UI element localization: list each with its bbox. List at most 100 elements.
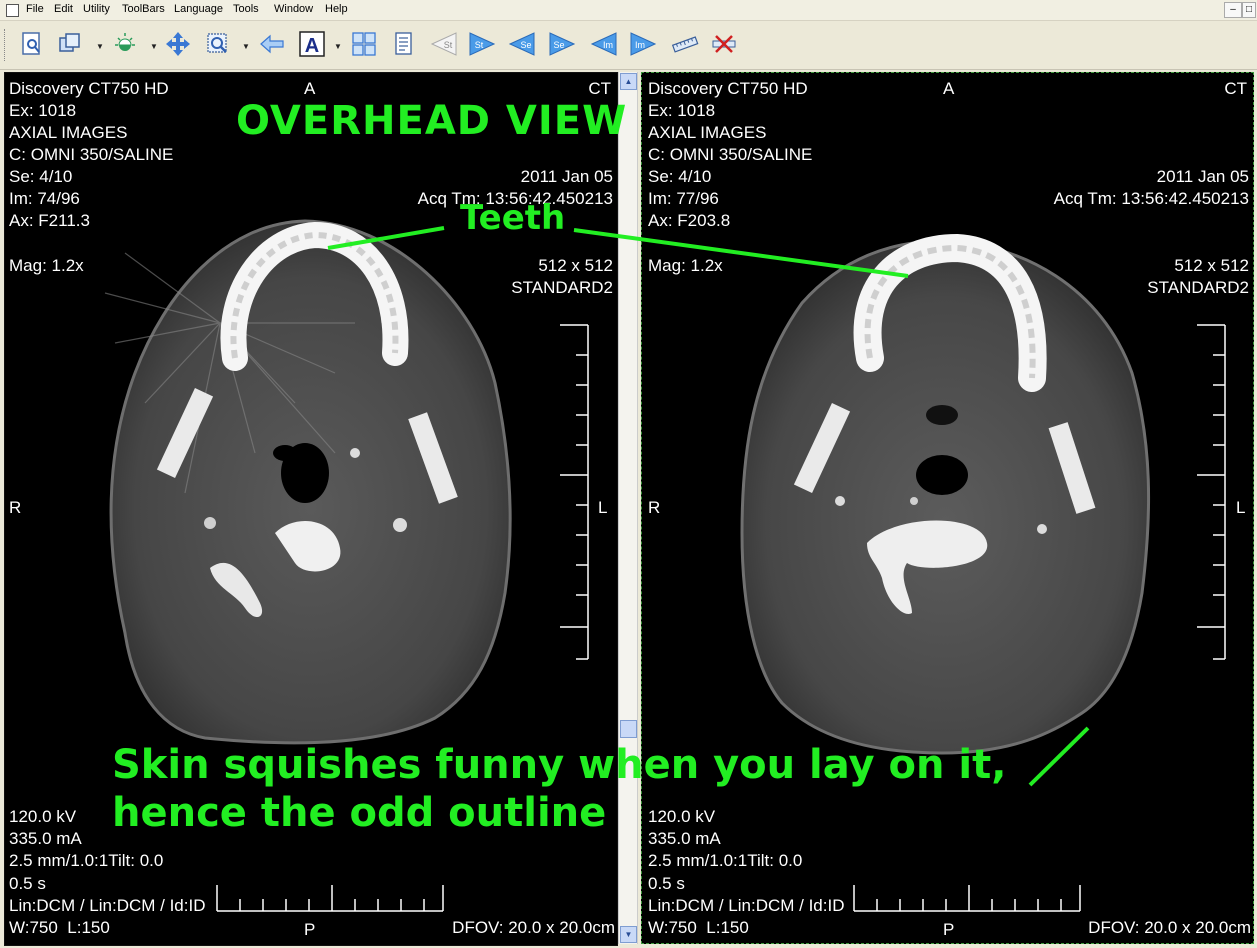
orientation-bottom-marker: P — [304, 920, 316, 939]
grid-layout-icon[interactable] — [350, 30, 378, 58]
ma-label: 335.0 mA — [9, 829, 82, 848]
scroll-thumb[interactable] — [620, 720, 637, 738]
maximize-button[interactable]: □ — [1242, 2, 1256, 18]
app-icon — [6, 4, 19, 17]
svg-text:Se: Se — [553, 40, 564, 50]
study-date-label: 2011 Jan 05 — [1156, 167, 1249, 186]
orientation-right-marker: L — [1236, 498, 1246, 517]
image-number-label: Im: 77/96 — [648, 189, 719, 208]
ct-viewport-right[interactable]: Discovery CT750 HD Ex: 1018 AXIAL IMAGES… — [641, 72, 1254, 944]
menu-edit[interactable]: Edit — [54, 3, 73, 15]
first-study-icon[interactable]: St — [430, 30, 458, 58]
back-arrow-icon[interactable] — [258, 30, 286, 58]
orientation-bottom-marker: P — [943, 920, 955, 939]
series-label: Se: 4/10 — [9, 167, 73, 186]
description-label: AXIAL IMAGES — [9, 123, 128, 142]
ruler-measure-icon[interactable] — [671, 30, 699, 58]
svg-text:A: A — [305, 35, 319, 57]
menu-utility[interactable]: Utility — [83, 3, 110, 15]
image-number-label: Im: 74/96 — [9, 189, 80, 208]
svg-text:Im: Im — [635, 40, 645, 50]
pan-icon[interactable] — [164, 30, 192, 58]
series-label: Se: 4/10 — [648, 167, 712, 186]
overhead-view-annotation: OVERHEAD VIEW — [236, 98, 628, 144]
scan-time-label: 0.5 s — [9, 874, 46, 893]
skin-annotation-line2: hence the odd outline — [112, 790, 607, 836]
description-label: AXIAL IMAGES — [648, 123, 767, 142]
svg-text:Se: Se — [520, 40, 531, 50]
window-level-icon[interactable] — [111, 30, 139, 58]
slice-thickness-label: 2.5 mm/1.0:1Tilt: 0.0 — [648, 851, 803, 870]
matrix-label: 512 x 512 — [1174, 256, 1249, 275]
menu-file[interactable]: File — [26, 3, 44, 15]
window-level-dropdown-icon[interactable]: ▼ — [150, 42, 158, 51]
scanner-label: Discovery CT750 HD — [9, 79, 169, 98]
delete-measure-icon[interactable] — [710, 30, 738, 58]
zoom-dropdown-icon[interactable]: ▼ — [242, 42, 250, 51]
minimize-button[interactable]: – — [1224, 2, 1242, 18]
window-level-label: W:750 L:150 — [648, 918, 749, 937]
next-study-icon[interactable]: St — [468, 30, 496, 58]
scanner-label: Discovery CT750 HD — [648, 79, 808, 98]
study-date-label: 2011 Jan 05 — [520, 167, 613, 186]
toolbar: ▼ ▼ ▼ A ▼ St St Se Se Im Im — [0, 21, 1257, 70]
dfov-label: DFOV: 20.0 x 20.0cm — [1088, 918, 1251, 937]
menu-toolbars[interactable]: ToolBars — [122, 3, 165, 15]
orientation-top-marker: A — [943, 79, 955, 98]
report-icon[interactable] — [390, 30, 418, 58]
magnification-label: Mag: 1.2x — [648, 256, 723, 275]
lut-label: Lin:DCM / Lin:DCM / Id:ID — [9, 896, 206, 915]
annotation-dropdown-icon[interactable]: ▼ — [334, 42, 342, 51]
next-image-icon[interactable]: Im — [629, 30, 657, 58]
scale-ruler — [1197, 324, 1226, 660]
scroll-up-icon[interactable]: ▲ — [620, 73, 637, 90]
orientation-left-marker: R — [9, 498, 22, 517]
kernel-label: STANDARD2 — [511, 278, 613, 297]
menu-language[interactable]: Language — [174, 3, 223, 15]
zoom-icon[interactable] — [205, 30, 233, 58]
axial-position-label: Ax: F203.8 — [648, 211, 731, 230]
kernel-label: STANDARD2 — [1147, 278, 1249, 297]
bottom-scale-ruler — [853, 885, 1081, 912]
scroll-down-icon[interactable]: ▼ — [620, 926, 637, 943]
window-level-label: W:750 L:150 — [9, 918, 110, 937]
bottom-scale-ruler — [216, 885, 444, 912]
open-image-icon[interactable] — [18, 30, 46, 58]
next-series-icon[interactable]: Se — [548, 30, 576, 58]
scan-time-label: 0.5 s — [648, 874, 685, 893]
dfov-label: DFOV: 20.0 x 20.0cm — [452, 918, 615, 937]
modality-label: CT — [588, 79, 611, 98]
layout-dropdown-icon[interactable]: ▼ — [96, 42, 104, 51]
skin-annotation-line1: Skin squishes funny when you lay on it, — [112, 742, 1007, 788]
exam-label: Ex: 1018 — [648, 101, 716, 120]
svg-text:Im: Im — [603, 40, 613, 50]
acquisition-time-label: Acq Tm: 13:56:42.450213 — [1053, 189, 1249, 208]
orientation-left-marker: R — [648, 498, 661, 517]
lut-label: Lin:DCM / Lin:DCM / Id:ID — [648, 896, 845, 915]
vertical-scrollbar[interactable]: ▲ ▼ — [618, 72, 638, 944]
contrast-label: C: OMNI 350/SALINE — [648, 145, 813, 164]
menu-bar: File Edit Utility ToolBars Language Tool… — [0, 0, 1257, 21]
modality-label: CT — [1224, 79, 1247, 98]
menu-window[interactable]: Window — [274, 3, 313, 15]
scale-ruler — [560, 324, 589, 660]
magnification-label: Mag: 1.2x — [9, 256, 84, 275]
svg-text:St: St — [475, 40, 484, 50]
menu-tools[interactable]: Tools — [233, 3, 259, 15]
kv-label: 120.0 kV — [9, 807, 77, 826]
toolbar-grip[interactable] — [4, 29, 8, 61]
orientation-right-marker: L — [598, 498, 608, 517]
axial-position-label: Ax: F211.3 — [9, 211, 90, 230]
exam-label: Ex: 1018 — [9, 101, 77, 120]
menu-help[interactable]: Help — [325, 3, 348, 15]
prev-series-icon[interactable]: Se — [508, 30, 536, 58]
annotation-text-icon[interactable]: A — [298, 30, 326, 58]
matrix-label: 512 x 512 — [538, 256, 613, 275]
contrast-label: C: OMNI 350/SALINE — [9, 145, 174, 164]
slice-thickness-label: 2.5 mm/1.0:1Tilt: 0.0 — [9, 851, 164, 870]
kv-label: 120.0 kV — [648, 807, 716, 826]
teeth-annotation: Teeth — [460, 198, 566, 238]
prev-image-icon[interactable]: Im — [590, 30, 618, 58]
ma-label: 335.0 mA — [648, 829, 721, 848]
layout-icon[interactable] — [56, 30, 84, 58]
